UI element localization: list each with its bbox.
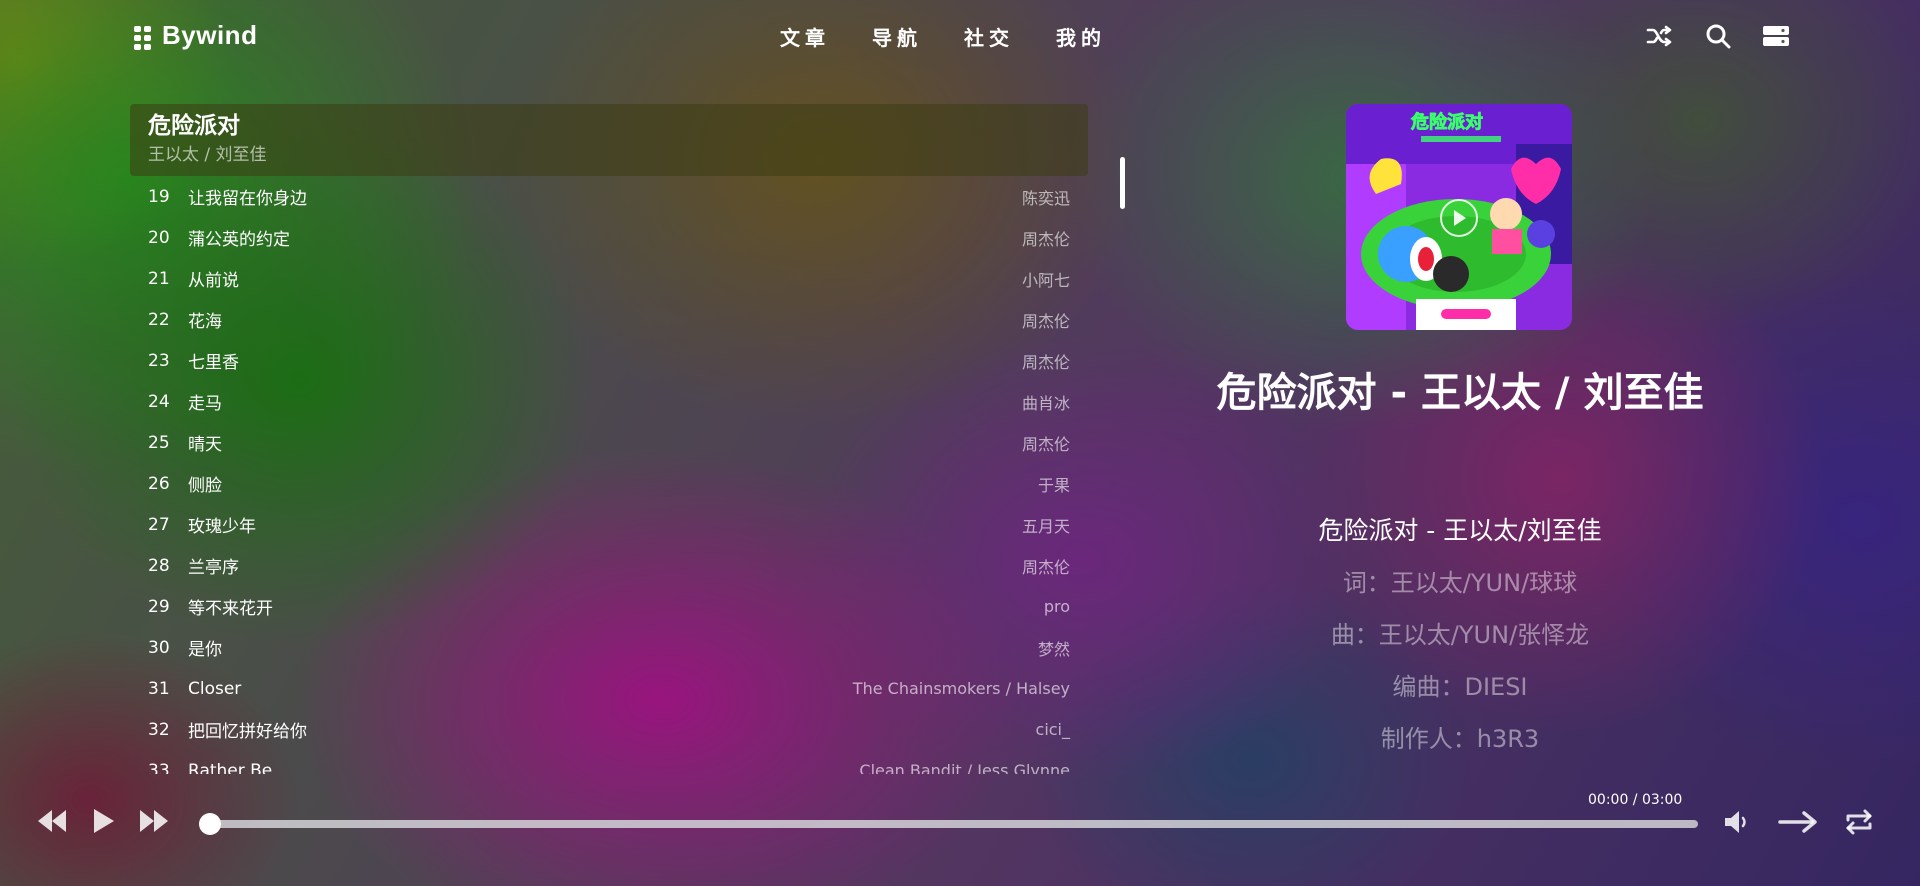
logo[interactable]: Bywind (134, 20, 257, 51)
track-title: 玫瑰少年 (188, 517, 256, 537)
now-playing-title: 危险派对 - 王以太 / 刘至佳 (1216, 370, 1704, 416)
header-actions (1646, 22, 1790, 50)
volume-icon[interactable] (1722, 807, 1752, 841)
playlist-row[interactable]: 31 Closer The Chainsmokers / Halsey (130, 668, 1088, 709)
track-title: 是你 (188, 640, 222, 660)
track-title: 侧脸 (188, 476, 222, 496)
player-bar: 00:00 / 03:00 (0, 780, 1920, 886)
previous-icon[interactable] (36, 806, 68, 840)
track-title: 兰亭序 (188, 558, 239, 578)
track-number: 25 (148, 432, 170, 453)
repeat-icon[interactable] (1844, 806, 1874, 842)
track-title: 等不来花开 (188, 599, 273, 619)
track-artist: 于果 (1037, 475, 1070, 495)
playlist-row[interactable]: 32 把回忆拼好给你 cici_ (130, 709, 1088, 750)
track-number: 32 (148, 719, 170, 740)
track-title: Closer (188, 678, 242, 699)
playlist-row[interactable]: 28 兰亭序 周杰伦 (130, 545, 1088, 586)
track-artist: 五月天 (1021, 516, 1070, 536)
svg-text:危险派对: 危险派对 (1410, 111, 1483, 133)
top-header: Bywind 文章 导航 社交 我的 (0, 0, 1920, 72)
track-artist: cici_ (1035, 720, 1070, 739)
track-title: Rather Be (188, 760, 273, 775)
track-number: 28 (148, 555, 170, 576)
track-number: 27 (148, 514, 170, 535)
playlist-scrollbar[interactable] (1120, 157, 1125, 209)
track-title: 把回忆拼好给你 (188, 722, 307, 742)
track-artist: 陈奕迅 (1021, 188, 1070, 208)
track-title: 花海 (188, 312, 222, 332)
playlist-row[interactable]: 23 七里香 周杰伦 (130, 340, 1088, 381)
nav-item-navigation[interactable]: 导航 (872, 22, 922, 51)
playlist-row[interactable]: 24 走马 曲肖冰 (130, 381, 1088, 422)
progress-track[interactable] (202, 820, 1698, 828)
playback-time: 00:00 / 03:00 (1588, 792, 1683, 808)
track-artist: 周杰伦 (1021, 229, 1070, 249)
menu-grid-icon[interactable] (134, 25, 152, 50)
search-icon[interactable] (1704, 22, 1732, 50)
track-title: 七里香 (188, 353, 239, 373)
track-number: 23 (148, 350, 170, 371)
playlist-row[interactable]: 21 从前说 小阿七 (130, 258, 1088, 299)
playlist-row[interactable]: 29 等不来花开 pro (130, 586, 1088, 627)
track-artist: Clean Bandit / Jess Glynne (859, 761, 1070, 774)
next-icon[interactable] (138, 806, 170, 840)
play-button-icon[interactable] (92, 806, 116, 840)
shuffle-icon[interactable] (1646, 22, 1674, 50)
track-artist: 周杰伦 (1021, 311, 1070, 331)
track-title: 走马 (188, 394, 222, 414)
lyrics-panel: 危险派对 - 王以太/刘至佳 词：王以太/YUN/球球 曲：王以太/YUN/张怿… (1160, 505, 1760, 765)
playlist-row[interactable]: 20 蒲公英的约定 周杰伦 (130, 217, 1088, 258)
progress-handle[interactable] (199, 813, 221, 835)
track-number: 24 (148, 391, 170, 412)
playlist[interactable]: 危险派对 王以太 / 刘至佳 19 让我留在你身边 陈奕迅 20 蒲公英的约定 周杰伦 21… (130, 104, 1088, 774)
nav-item-social[interactable]: 社交 (964, 22, 1014, 51)
track-title: 让我留在你身边 (188, 189, 307, 209)
track-artist: The Chainsmokers / Halsey (852, 679, 1070, 698)
lyric-line: 曲：王以太/YUN/张怿龙 (1330, 621, 1590, 649)
track-number: 26 (148, 473, 170, 494)
server-icon[interactable] (1762, 22, 1790, 50)
track-number: 19 (148, 186, 170, 207)
play-icon[interactable] (1440, 199, 1478, 237)
track-number: 20 (148, 227, 170, 248)
track-number: 31 (148, 678, 170, 699)
track-number: 21 (148, 268, 170, 289)
lyric-line: 编曲：DIESI (1392, 673, 1528, 701)
lyric-line: 词：王以太/YUN/球球 (1342, 569, 1578, 597)
track-artist: pro (1043, 597, 1070, 616)
track-number: 30 (148, 637, 170, 658)
current-song-artist: 王以太 / 刘至佳 (148, 145, 267, 165)
track-artist: 小阿七 (1021, 270, 1070, 290)
playlist-row[interactable]: 19 让我留在你身边 陈奕迅 (130, 176, 1088, 217)
playlist-row[interactable]: 33 Rather Be Clean Bandit / Jess Glynne (130, 750, 1088, 775)
sequential-order-icon[interactable] (1778, 808, 1818, 840)
track-title: 从前说 (188, 271, 239, 291)
nav-item-articles[interactable]: 文章 (780, 22, 830, 51)
track-artist: 周杰伦 (1021, 557, 1070, 577)
lyric-line: 危险派对 - 王以太/刘至佳 (1318, 516, 1602, 545)
track-artist: 周杰伦 (1021, 434, 1070, 454)
playlist-row[interactable]: 22 花海 周杰伦 (130, 299, 1088, 340)
nav-item-mine[interactable]: 我的 (1056, 22, 1106, 51)
track-number: 22 (148, 309, 170, 330)
lyric-line: 制作人：h3R3 (1380, 725, 1540, 753)
track-number: 33 (148, 760, 170, 775)
current-song-title: 危险派对 (148, 113, 240, 139)
track-title: 蒲公英的约定 (188, 230, 290, 250)
current-song[interactable]: 危险派对 王以太 / 刘至佳 (130, 104, 1088, 176)
main-nav: 文章 导航 社交 我的 (780, 22, 1106, 51)
site-name[interactable]: Bywind (162, 20, 257, 51)
track-title: 晴天 (188, 435, 222, 455)
track-number: 29 (148, 596, 170, 617)
playlist-row[interactable]: 30 是你 梦然 (130, 627, 1088, 668)
track-artist: 梦然 (1037, 639, 1070, 659)
playlist-row[interactable]: 27 玫瑰少年 五月天 (130, 504, 1088, 545)
playlist-row[interactable]: 25 晴天 周杰伦 (130, 422, 1088, 463)
playlist-row[interactable]: 26 侧脸 于果 (130, 463, 1088, 504)
